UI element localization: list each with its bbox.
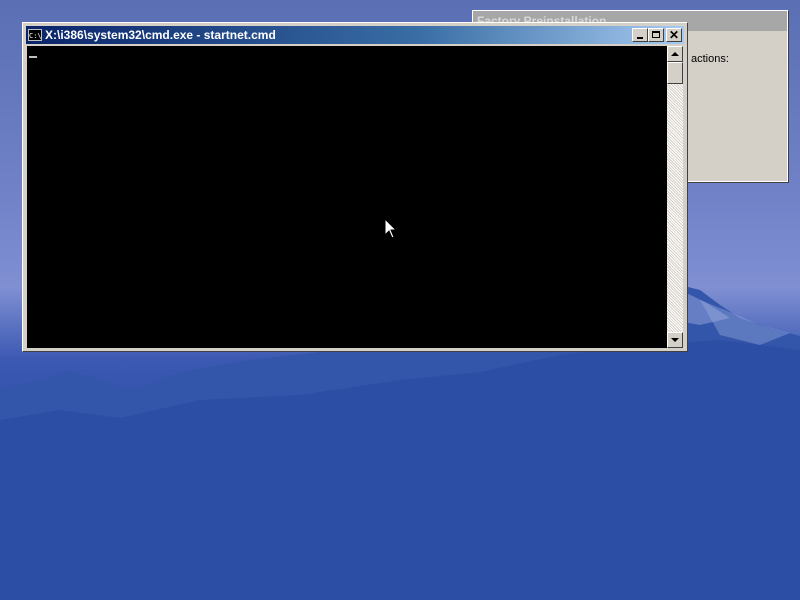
cmd-window[interactable]: C:\ X:\i386\system32\cmd.exe - startnet.…	[22, 22, 688, 352]
vertical-scrollbar[interactable]	[667, 46, 683, 348]
scroll-down-arrow-icon	[671, 338, 679, 342]
maximize-button[interactable]	[648, 28, 664, 42]
console-output-area[interactable]	[27, 46, 667, 348]
window-controls: ✕	[632, 28, 682, 42]
text-cursor	[29, 56, 37, 58]
mouse-pointer-icon	[384, 218, 398, 239]
cmd-icon[interactable]: C:\	[28, 29, 42, 41]
scroll-down-button[interactable]	[667, 332, 683, 348]
maximize-icon	[652, 31, 660, 38]
scroll-thumb[interactable]	[667, 62, 683, 84]
minimize-icon	[637, 37, 643, 39]
cmd-titlebar[interactable]: C:\ X:\i386\system32\cmd.exe - startnet.…	[26, 26, 684, 44]
minimize-button[interactable]	[632, 28, 648, 42]
close-button[interactable]: ✕	[666, 28, 682, 42]
scroll-up-button[interactable]	[667, 46, 683, 62]
scroll-up-arrow-icon	[671, 52, 679, 56]
close-icon: ✕	[668, 28, 680, 42]
window-title: X:\i386\system32\cmd.exe - startnet.cmd	[45, 28, 276, 42]
background-window-text: actions:	[691, 53, 729, 65]
